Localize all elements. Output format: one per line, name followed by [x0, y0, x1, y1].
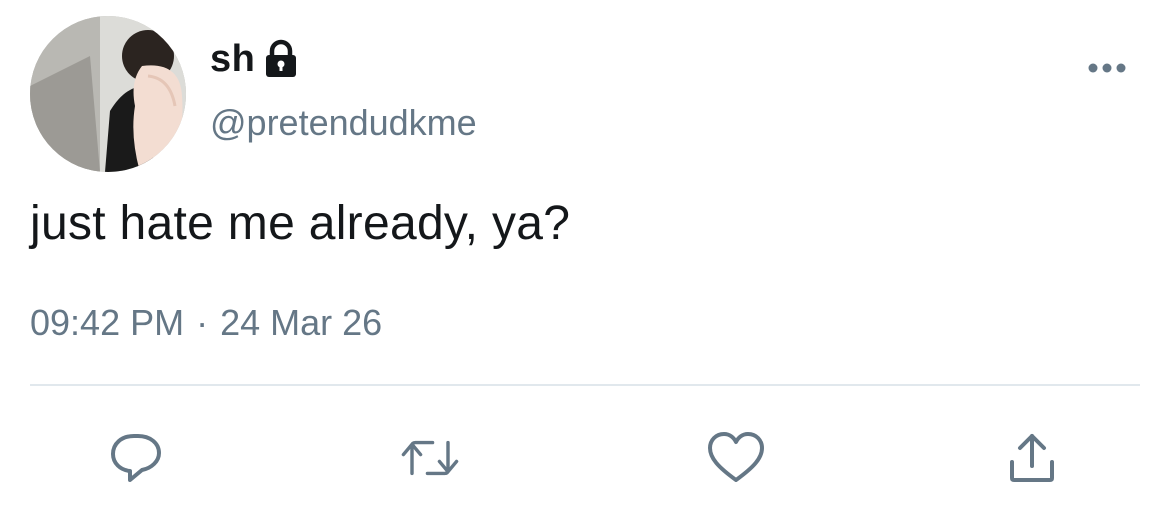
tweet-timestamp[interactable]: 09:42 PM · 24 Mar 26: [30, 302, 382, 344]
reply-button[interactable]: [106, 428, 166, 488]
tweet-date: 24 Mar 26: [220, 302, 383, 343]
share-icon: [1010, 434, 1054, 482]
tweet-time: 09:42 PM: [30, 302, 185, 343]
like-button[interactable]: [706, 428, 766, 488]
retweet-icon: [401, 440, 459, 476]
retweet-button[interactable]: [400, 428, 460, 488]
tweet-text: just hate me already, ya?: [30, 197, 571, 250]
reply-icon: [111, 434, 161, 482]
display-name[interactable]: sh: [210, 38, 255, 81]
share-button[interactable]: [1002, 428, 1062, 488]
divider: [30, 384, 1140, 386]
display-name-row: sh: [210, 34, 299, 84]
avatar-photo-icon: [30, 16, 186, 172]
user-handle[interactable]: @pretendudkme: [210, 102, 477, 144]
more-dots-icon[interactable]: [1085, 58, 1129, 78]
heart-icon: [708, 432, 764, 482]
tweet-card: sh @pretendudkme just hate me already, y…: [0, 0, 1170, 525]
timestamp-separator: ·: [196, 302, 209, 343]
avatar[interactable]: [30, 16, 186, 172]
lock-icon: [263, 39, 299, 79]
